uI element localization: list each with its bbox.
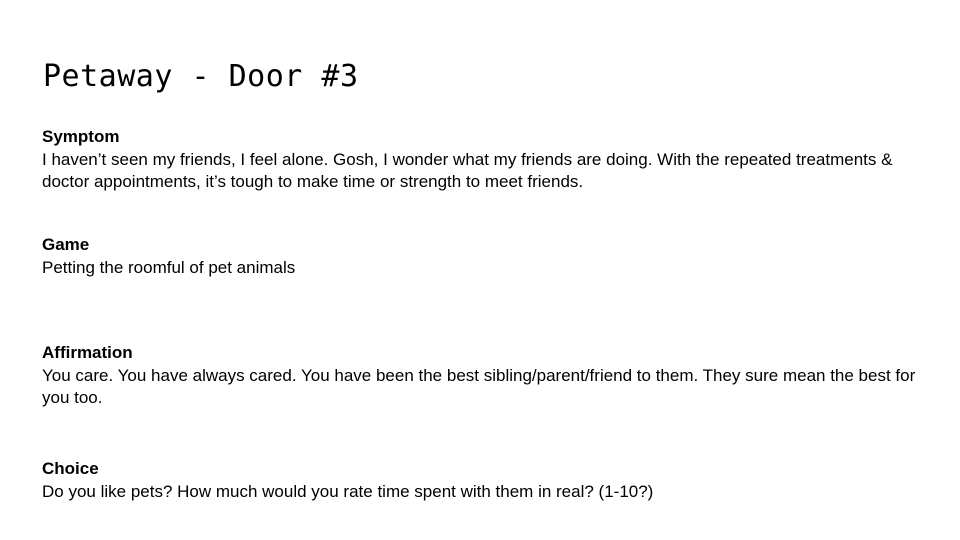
affirmation-section: Affirmation You care. You have always ca… <box>42 342 922 410</box>
affirmation-heading: Affirmation <box>42 343 133 362</box>
game-section: Game Petting the roomful of pet animals <box>42 234 922 279</box>
choice-heading: Choice <box>42 459 99 478</box>
slide-title: Petaway - Door #3 <box>43 59 359 94</box>
affirmation-text: You care. You have always cared. You hav… <box>42 365 916 408</box>
game-heading: Game <box>42 235 90 254</box>
symptom-section: Symptom I haven’t seen my friends, I fee… <box>42 126 922 194</box>
slide: Petaway - Door #3 Symptom I haven’t seen… <box>0 0 960 540</box>
game-text: Petting the roomful of pet animals <box>42 257 296 277</box>
choice-text: Do you like pets? How much would you rat… <box>42 481 654 501</box>
choice-section: Choice Do you like pets? How much would … <box>42 458 922 503</box>
symptom-heading: Symptom <box>42 127 120 146</box>
symptom-text: I haven’t seen my friends, I feel alone.… <box>42 149 893 192</box>
